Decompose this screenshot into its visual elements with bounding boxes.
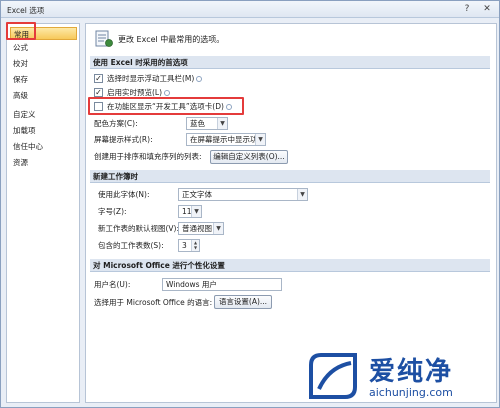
screentip-label: 屏幕提示样式(R):: [94, 135, 153, 144]
color-scheme-value: 蓝色: [190, 119, 205, 128]
sidebar-item-addins[interactable]: 加载项: [10, 124, 77, 137]
sheet-count-stepper[interactable]: 3 ▲ ▼: [178, 239, 200, 252]
section-title-preferences: 使用 Excel 时采用的首选项: [90, 56, 490, 69]
spinner-arrows-icon[interactable]: ▲ ▼: [191, 240, 199, 251]
info-icon: [196, 76, 203, 82]
options-panel: 更改 Excel 中最常用的选项。 使用 Excel 时采用的首选项 ✓ 选择时…: [85, 23, 497, 403]
window-title: Excel 选项: [7, 6, 45, 15]
username-label: 用户名(U):: [94, 280, 131, 289]
options-sidebar: 常用 公式 校对 保存 高级 自定义 加载项 信任中心 资源: [6, 23, 80, 403]
sheet-count-label: 包含的工作表数(S):: [98, 241, 164, 250]
section-title-new-workbook: 新建工作簿时: [90, 170, 490, 183]
floating-toolbar-checkbox[interactable]: ✓: [94, 74, 103, 83]
username-input[interactable]: Windows 用户: [162, 278, 282, 291]
default-view-dropdown[interactable]: 普通视图 ▼: [178, 222, 224, 235]
title-bar: Excel 选项 ? ✕: [1, 1, 499, 18]
section-title-personalize: 对 Microsoft Office 进行个性化设置: [90, 259, 490, 272]
live-preview-label: 启用实时预览(L): [107, 88, 163, 97]
font-size-label: 字号(Z):: [98, 207, 127, 216]
general-highlight-annotation: [6, 22, 36, 40]
chevron-down-icon: ▼: [213, 223, 223, 234]
font-size-dropdown[interactable]: 11 ▼: [178, 205, 202, 218]
font-value: 正文字体: [182, 190, 212, 199]
watermark-url: aichunjing.com: [369, 386, 453, 399]
watermark-title: 爱纯净: [369, 357, 454, 387]
font-dropdown[interactable]: 正文字体 ▼: [178, 188, 308, 201]
chevron-down-icon: ▼: [297, 189, 307, 200]
developer-tab-highlight-annotation: [88, 97, 244, 115]
sidebar-item-formulas[interactable]: 公式: [10, 41, 77, 54]
sidebar-item-save[interactable]: 保存: [10, 73, 77, 86]
watermark-logo-icon: [309, 353, 357, 399]
chevron-down-icon: ▼: [255, 134, 265, 145]
info-icon: [164, 90, 171, 96]
default-view-label: 新工作表的默认视图(V):: [98, 224, 180, 233]
sidebar-item-proofing[interactable]: 校对: [10, 57, 77, 70]
default-view-value: 普通视图: [182, 224, 212, 233]
floating-toolbar-label: 选择时显示浮动工具栏(M): [107, 74, 195, 83]
language-label: 选择用于 Microsoft Office 的语言:: [94, 298, 213, 307]
sheet-count-value: 3: [182, 241, 187, 250]
sidebar-item-advanced[interactable]: 高级: [10, 89, 77, 102]
options-document-icon: [95, 30, 113, 47]
chevron-down-icon: ▼: [217, 118, 227, 129]
font-label: 使用此字体(N):: [98, 190, 150, 199]
sidebar-item-resources[interactable]: 资源: [10, 156, 77, 169]
custom-list-label: 创建用于排序和填充序列的列表:: [94, 152, 202, 161]
color-scheme-label: 配色方案(C):: [94, 119, 138, 128]
sidebar-item-trust-center[interactable]: 信任中心: [10, 140, 77, 153]
panel-header-title: 更改 Excel 中最常用的选项。: [118, 35, 225, 44]
language-settings-button[interactable]: 语言设置(A)...: [214, 295, 272, 309]
sidebar-item-customize[interactable]: 自定义: [10, 108, 77, 121]
close-button[interactable]: ✕: [479, 3, 495, 15]
excel-options-dialog: Excel 选项 ? ✕ 常用 公式 校对 保存 高级 自定义 加载项 信任中心…: [0, 0, 500, 408]
live-preview-checkbox[interactable]: ✓: [94, 88, 103, 97]
help-button[interactable]: ?: [459, 3, 475, 15]
color-scheme-dropdown[interactable]: 蓝色 ▼: [186, 117, 228, 130]
edit-custom-lists-button[interactable]: 编辑自定义列表(O)...: [210, 150, 288, 164]
chevron-down-icon: ▼: [191, 206, 201, 217]
screentip-dropdown[interactable]: 在屏幕提示中显示功能说明 ▼: [186, 133, 266, 146]
